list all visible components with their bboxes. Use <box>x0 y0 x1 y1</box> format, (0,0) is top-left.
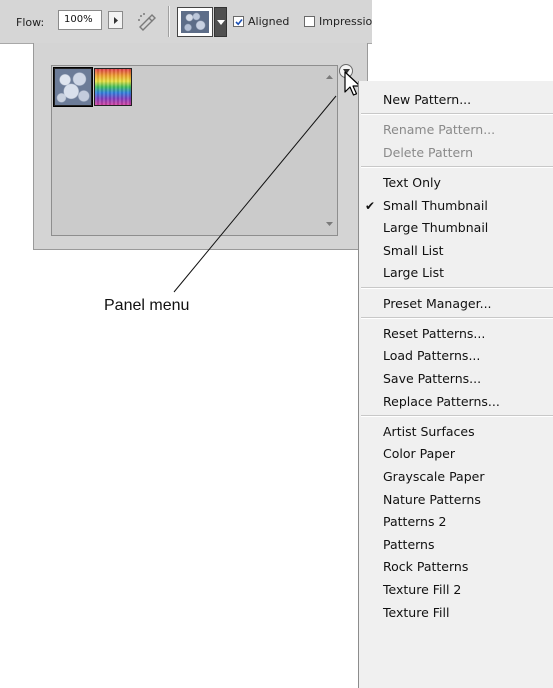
menu-item[interactable]: Reset Patterns... <box>359 323 553 345</box>
menu-item[interactable]: Load Patterns... <box>359 345 553 367</box>
flow-input[interactable]: 100% <box>58 10 102 30</box>
menu-item[interactable]: Large Thumbnail <box>359 217 553 239</box>
scroll-down-icon[interactable] <box>324 219 335 229</box>
menu-item-label: Large List <box>383 265 444 281</box>
pattern-list <box>51 65 338 236</box>
menu-item-label: Texture Fill 2 <box>383 582 462 597</box>
airbrush-icon[interactable] <box>136 10 158 32</box>
menu-item[interactable]: Nature Patterns <box>359 489 553 511</box>
menu-item: Delete Pattern <box>359 142 553 164</box>
panel-context-menu: New Pattern... Rename Pattern... Delete Pa… <box>358 81 553 688</box>
menu-item-label: Load Patterns... <box>383 348 481 364</box>
menu-item[interactable]: Color Paper <box>359 443 553 465</box>
menu-item-label: New Pattern... <box>383 92 472 107</box>
menu-item-label: Nature Patterns <box>383 491 481 507</box>
scroll-up-icon[interactable] <box>324 72 335 82</box>
pattern-picker-swatch[interactable] <box>177 7 213 37</box>
menu-separator <box>361 415 553 417</box>
menu-item-label: Text Only <box>383 175 441 190</box>
menu-item[interactable]: Texture Fill 2 <box>359 579 553 601</box>
pattern-picker-dropdown[interactable] <box>214 7 227 37</box>
menu-item[interactable]: Large List <box>359 262 553 284</box>
menu-item[interactable]: Text Only <box>359 172 553 194</box>
menu-item[interactable]: Artist Surfaces <box>359 421 553 443</box>
menu-item-label: Patterns 2 <box>383 514 447 530</box>
pattern-thumbnail[interactable] <box>94 68 132 106</box>
menu-item-label: Delete Pattern <box>383 144 474 160</box>
menu-item[interactable]: Grayscale Paper <box>359 466 553 488</box>
aligned-checkbox[interactable] <box>233 16 244 27</box>
menu-item-label: Patterns <box>383 536 435 552</box>
menu-item: Rename Pattern... <box>359 119 553 141</box>
menu-separator <box>361 317 553 319</box>
triangle-right-icon <box>114 17 118 24</box>
menu-item-label: Reset Patterns... <box>383 325 486 341</box>
menu-item[interactable]: Patterns 2 <box>359 511 553 533</box>
menu-item[interactable]: Texture Fill <box>359 602 553 624</box>
pattern-thumbnail[interactable] <box>53 67 93 107</box>
menu-item-label: Grayscale Paper <box>383 469 485 484</box>
flow-label: Flow: <box>16 16 45 29</box>
menu-separator <box>361 286 553 289</box>
menu-item-label: Artist Surfaces <box>383 423 475 439</box>
menu-item-label: Small Thumbnail <box>383 197 488 213</box>
pattern-picker-panel <box>33 43 368 250</box>
menu-item-label: Replace Patterns... <box>383 393 500 409</box>
callout-label: Panel menu <box>104 297 190 314</box>
impressionist-checkbox[interactable] <box>304 16 315 27</box>
menu-item[interactable]: Rock Patterns <box>359 556 553 578</box>
menu-item[interactable]: Patterns <box>359 534 553 556</box>
impressionist-label: Impressio <box>319 15 373 28</box>
menu-item-label: Texture Fill <box>383 604 450 620</box>
menu-item-label: Rename Pattern... <box>383 122 496 138</box>
checkmark-icon: ✔ <box>365 198 376 213</box>
menu-item-label: Preset Manager... <box>383 295 492 311</box>
checkmark-icon <box>235 18 243 26</box>
menu-separator <box>361 113 553 116</box>
menu-item-label: Save Patterns... <box>383 371 482 386</box>
menu-item-label: Large Thumbnail <box>383 220 489 236</box>
pattern-preview <box>181 11 209 33</box>
menu-item-label: Color Paper <box>383 446 456 462</box>
menu-item[interactable]: Preset Manager... <box>359 293 553 315</box>
aligned-label: Aligned <box>248 15 290 28</box>
menu-item[interactable]: Small List <box>359 240 553 262</box>
flow-slider-button[interactable] <box>108 11 123 29</box>
pattern-list-scrollbar[interactable] <box>322 66 337 235</box>
menu-item[interactable]: New Pattern... <box>359 89 553 111</box>
menu-item-label: Rock Patterns <box>383 559 469 575</box>
menu-separator <box>361 166 553 169</box>
menu-item-label: Small List <box>383 242 444 258</box>
options-toolbar: Flow: 100% Aligned Impressio <box>0 0 372 44</box>
menu-item[interactable]: ✔ Small Thumbnail <box>359 195 553 217</box>
menu-item[interactable]: Save Patterns... <box>359 368 553 390</box>
chevron-down-icon <box>217 20 225 25</box>
menu-item[interactable]: Replace Patterns... <box>359 391 553 413</box>
toolbar-divider <box>168 6 170 37</box>
